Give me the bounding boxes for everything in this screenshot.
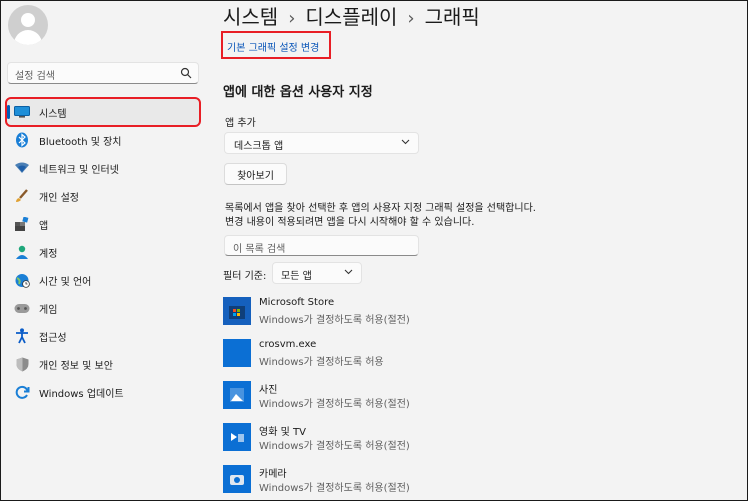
sidebar-item-label: 시스템 [39,108,67,120]
bluetooth-icon [13,131,31,149]
settings-search-placeholder: 설정 검색 [15,71,55,82]
filter-value: 모든 앱 [281,271,312,282]
search-icon [180,67,192,79]
microsoft-store-icon [223,297,251,325]
filter-dropdown[interactable]: 모든 앱 [272,262,362,284]
settings-search-input[interactable]: 설정 검색 [7,62,199,84]
breadcrumb-system[interactable]: 시스템 [223,5,278,29]
shield-icon [13,355,31,373]
sidebar-item-label: 네트워크 및 인터넷 [39,164,119,176]
app-name: Microsoft Store [259,297,335,308]
list-search-input[interactable]: 이 목록 검색 [224,235,419,256]
breadcrumb-display[interactable]: 디스플레이 [305,5,397,29]
sidebar-item-time-language[interactable]: 시간 및 언어 [7,267,199,293]
sidebar-item-label: 계정 [39,248,58,260]
sidebar-item-system[interactable]: 시스템 [5,97,201,127]
sidebar-item-label: 개인 설정 [39,192,79,204]
app-row-camera[interactable]: 카메라 Windows가 결정하도록 허용(절전) [223,465,523,499]
selection-indicator [7,105,10,119]
default-graphics-settings-link[interactable]: 기본 그래픽 설정 변경 [227,39,319,54]
app-status: Windows가 결정하도록 허용(절전) [259,441,410,452]
app-name: 사진 [259,385,278,396]
sidebar-item-accounts[interactable]: 계정 [7,239,199,265]
app-row-photos[interactable]: 사진 Windows가 결정하도록 허용(절전) [223,381,523,415]
app-type-value: 데스크톱 앱 [234,141,284,152]
app-status: Windows가 결정하도록 허용 [259,357,384,368]
sidebar-item-label: 앱 [39,220,49,232]
sidebar-item-label: 게임 [39,304,58,316]
sidebar-item-apps[interactable]: 앱 [7,211,199,237]
sidebar-item-label: Bluetooth 및 장치 [39,136,122,148]
apps-icon [13,215,31,233]
settings-window: 설정 검색 시스템 Bluetooth 및 장치 네트워크 및 인터넷 개인 설… [0,0,748,501]
sidebar-item-label: 개인 정보 및 보안 [39,360,113,372]
description-text: 목록에서 앱을 찾아 선택한 후 앱의 사용자 지정 그래픽 설정을 선택합니다… [225,203,536,228]
breadcrumb: 시스템 › 디스플레이 › 그래픽 [223,1,480,30]
chevron-down-icon [344,269,353,275]
app-row-crosvm[interactable]: crosvm.exe Windows가 결정하도록 허용 [223,339,523,373]
app-name: 카메라 [259,469,287,480]
app-row-movies-tv[interactable]: 영화 및 TV Windows가 결정하도록 허용(절전) [223,423,523,457]
avatar[interactable] [8,5,48,45]
add-app-label: 앱 추가 [225,118,256,129]
sidebar-item-label: Windows 업데이트 [39,388,124,400]
chevron-right-icon: › [288,8,296,29]
app-row-microsoft-store[interactable]: Microsoft Store Windows가 결정하도록 허용(절전) [223,297,523,331]
chevron-down-icon [401,139,410,145]
sidebar-item-windows-update[interactable]: Windows 업데이트 [7,379,199,405]
app-type-dropdown[interactable]: 데스크톱 앱 [224,132,419,154]
sidebar-item-accessibility[interactable]: 접근성 [7,323,199,349]
sidebar-item-bluetooth[interactable]: Bluetooth 및 장치 [7,127,199,153]
sidebar-item-gaming[interactable]: 게임 [7,295,199,321]
brush-icon [13,187,31,205]
accessibility-icon [13,327,31,345]
photos-icon [223,381,251,409]
browse-button[interactable]: 찾아보기 [224,163,287,185]
movies-tv-icon [223,423,251,451]
app-status: Windows가 결정하도록 허용(절전) [259,483,410,494]
app-name: crosvm.exe [259,339,317,350]
list-search-placeholder: 이 목록 검색 [233,244,286,255]
section-title: 앱에 대한 옵션 사용자 지정 [223,85,373,100]
sidebar-item-network[interactable]: 네트워크 및 인터넷 [7,155,199,181]
sidebar-item-label: 접근성 [39,332,67,344]
gamepad-icon [13,299,31,317]
wifi-icon [13,159,31,177]
app-name: 영화 및 TV [259,427,306,438]
globe-clock-icon [13,271,31,289]
filter-label: 필터 기준: [223,271,267,282]
account-icon [13,243,31,261]
sidebar-item-personalization[interactable]: 개인 설정 [7,183,199,209]
camera-icon [223,465,251,493]
system-icon [13,103,31,121]
app-status: Windows가 결정하도록 허용(절전) [259,399,410,410]
page-title: 그래픽 [424,5,480,29]
update-icon [13,383,31,401]
chevron-right-icon: › [407,8,415,29]
application-icon [223,339,251,367]
sidebar-item-label: 시간 및 언어 [39,276,92,288]
sidebar-item-privacy[interactable]: 개인 정보 및 보안 [7,351,199,377]
app-status: Windows가 결정하도록 허용(절전) [259,315,410,326]
